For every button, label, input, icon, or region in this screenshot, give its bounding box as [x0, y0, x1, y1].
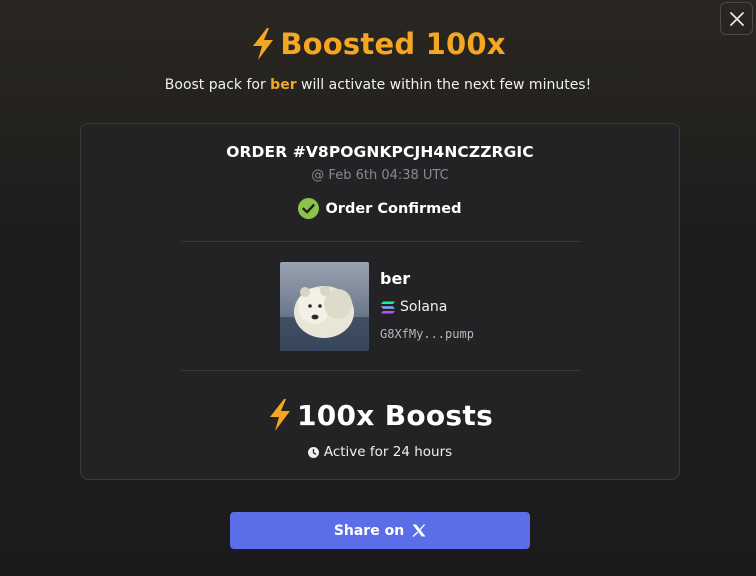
- solana-icon: [381, 301, 395, 313]
- modal-subtitle: Boost pack for ber will activate within …: [0, 77, 756, 93]
- chain-name: Solana: [400, 299, 448, 315]
- share-on-x-button[interactable]: Share on: [230, 512, 530, 549]
- polar-bear-image: [280, 262, 369, 351]
- boost-duration-label: Active for 24 hours: [323, 444, 453, 460]
- boost-duration: Active for 24 hours: [81, 444, 679, 460]
- subtitle-suffix: will activate within the next few minute…: [296, 77, 592, 93]
- modal-title: Boosted 100x: [280, 27, 506, 61]
- lightning-icon: [253, 28, 274, 60]
- token-chain: Solana: [380, 299, 447, 315]
- token-name: ber: [380, 269, 411, 288]
- subtitle-token-name: ber: [270, 77, 297, 93]
- order-status-label: Order Confirmed: [325, 200, 462, 217]
- clock-icon: [307, 446, 319, 458]
- modal-title-row: Boosted 100x: [0, 22, 756, 66]
- lightning-icon: [269, 399, 290, 431]
- order-timestamp: @ Feb 6th 04:38 UTC: [311, 168, 449, 183]
- boost-confirmation-modal: Boosted 100x Boost pack for ber will act…: [0, 0, 756, 576]
- divider: [181, 241, 581, 242]
- order-id: ORDER #V8POGNKPCJH4NCZZRGIC: [226, 143, 534, 161]
- check-circle-icon: [298, 198, 320, 219]
- boost-amount: 100x Boosts: [296, 398, 494, 432]
- token-avatar: [280, 262, 369, 351]
- order-card: ORDER #V8POGNKPCJH4NCZZRGIC @ Feb 6th 04…: [80, 123, 680, 480]
- divider: [181, 370, 581, 371]
- boost-summary: 100x Boosts: [81, 398, 679, 432]
- x-logo-icon: [412, 524, 426, 537]
- subtitle-prefix: Boost pack for: [164, 77, 271, 93]
- order-status: Order Confirmed: [81, 198, 679, 219]
- share-button-label: Share on: [333, 522, 405, 539]
- token-address: G8XfMy...pump: [380, 327, 474, 341]
